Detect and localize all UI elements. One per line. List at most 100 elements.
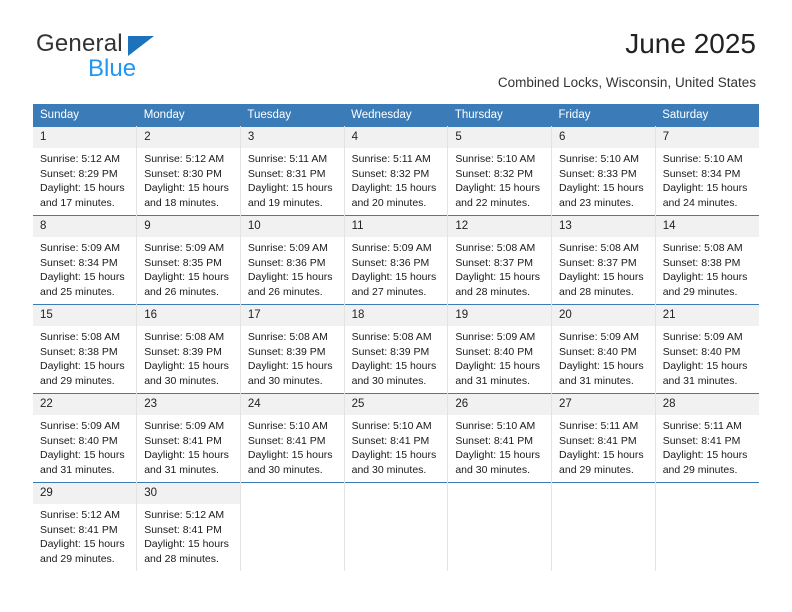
daylight-text-line1: Daylight: 15 hours (247, 449, 333, 462)
daylight-text-line1: Daylight: 15 hours (144, 538, 229, 551)
sunset-text: Sunset: 8:40 PM (559, 345, 637, 358)
sunset-text: Sunset: 8:37 PM (455, 256, 533, 269)
calendar-day-cell[interactable]: 14 Sunrise: 5:08 AM Sunset: 8:38 PM Dayligh… (655, 215, 759, 305)
calendar-day-cell-empty (551, 482, 656, 571)
calendar-day-cell[interactable]: 23 Sunrise: 5:09 AM Sunset: 8:41 PM Dayligh… (136, 393, 241, 483)
daylight-text-line2: and 27 minutes. (351, 285, 427, 298)
calendar-day-cell[interactable]: 13 Sunrise: 5:08 AM Sunset: 8:37 PM Dayligh… (551, 215, 656, 305)
weekday-header-tuesday: Tuesday (240, 104, 345, 127)
calendar-day-cell[interactable]: 24 Sunrise: 5:10 AM Sunset: 8:41 PM Dayligh… (240, 393, 345, 483)
calendar-day-cell[interactable]: 12 Sunrise: 5:08 AM Sunset: 8:37 PM Dayligh… (447, 215, 553, 305)
calendar-day-cell[interactable]: 15 Sunrise: 5:08 AM Sunset: 8:38 PM Dayligh… (33, 304, 138, 394)
calendar-day-cell[interactable]: 2 Sunrise: 5:12 AM Sunset: 8:30 PM Daylight… (136, 126, 241, 216)
day-number: 11 (344, 216, 448, 237)
calendar-day-cell[interactable]: 3 Sunrise: 5:11 AM Sunset: 8:31 PM Daylight… (240, 126, 345, 216)
day-number: 25 (344, 394, 448, 415)
calendar-week-row: 8 Sunrise: 5:09 AM Sunset: 8:34 PM Daylight… (33, 215, 759, 305)
calendar-day-cell[interactable]: 20 Sunrise: 5:09 AM Sunset: 8:40 PM Dayligh… (551, 304, 656, 394)
sunrise-text: Sunrise: 5:08 AM (351, 331, 432, 343)
calendar-body: 1 Sunrise: 5:12 AM Sunset: 8:29 PM Daylight… (33, 126, 759, 571)
calendar-day-cell[interactable]: 9 Sunrise: 5:09 AM Sunset: 8:35 PM Daylight… (136, 215, 241, 305)
daylight-text-line2: and 24 minutes. (662, 196, 738, 209)
calendar-day-cell[interactable]: 30 Sunrise: 5:12 AM Sunset: 8:41 PM Dayligh… (136, 482, 241, 571)
sunrise-text: Sunrise: 5:10 AM (455, 153, 536, 165)
day-sun-info: Sunrise: 5:10 AM Sunset: 8:32 PM Daylight:… (448, 148, 551, 210)
calendar-day-cell[interactable]: 25 Sunrise: 5:10 AM Sunset: 8:41 PM Dayligh… (344, 393, 449, 483)
calendar-day-cell[interactable]: 18 Sunrise: 5:08 AM Sunset: 8:39 PM Dayligh… (344, 304, 449, 394)
day-sun-info: Sunrise: 5:09 AM Sunset: 8:40 PM Daylight:… (552, 326, 655, 388)
calendar-day-cell[interactable]: 29 Sunrise: 5:12 AM Sunset: 8:41 PM Dayligh… (33, 482, 138, 571)
daylight-text-line2: and 20 minutes. (351, 196, 427, 209)
page-title: June 2025 (625, 28, 756, 59)
weekday-header-monday: Monday (136, 104, 241, 127)
calendar-day-cell[interactable]: 10 Sunrise: 5:09 AM Sunset: 8:36 PM Dayligh… (240, 215, 345, 305)
day-sun-info: Sunrise: 5:08 AM Sunset: 8:37 PM Daylight:… (552, 237, 655, 299)
calendar-day-cell[interactable]: 11 Sunrise: 5:09 AM Sunset: 8:36 PM Dayligh… (344, 215, 449, 305)
calendar-day-cell[interactable]: 19 Sunrise: 5:09 AM Sunset: 8:40 PM Dayligh… (447, 304, 553, 394)
calendar-day-cell[interactable]: 27 Sunrise: 5:11 AM Sunset: 8:41 PM Dayligh… (551, 393, 656, 483)
daylight-text-line1: Daylight: 15 hours (247, 360, 333, 373)
calendar-day-cell[interactable]: 8 Sunrise: 5:09 AM Sunset: 8:34 PM Daylight… (33, 215, 138, 305)
calendar-day-cell[interactable]: 22 Sunrise: 5:09 AM Sunset: 8:40 PM Dayligh… (33, 393, 138, 483)
daylight-text-line1: Daylight: 15 hours (247, 271, 333, 284)
daylight-text-line1: Daylight: 15 hours (40, 449, 125, 462)
sunset-text: Sunset: 8:39 PM (144, 345, 222, 358)
sunset-text: Sunset: 8:33 PM (559, 167, 637, 180)
calendar-day-cell[interactable]: 21 Sunrise: 5:09 AM Sunset: 8:40 PM Dayligh… (655, 304, 759, 394)
sunrise-text: Sunrise: 5:08 AM (455, 242, 536, 254)
daylight-text-line2: and 26 minutes. (144, 285, 219, 298)
daylight-text-line1: Daylight: 15 hours (144, 182, 229, 195)
day-number: 4 (344, 127, 448, 148)
sunset-text: Sunset: 8:37 PM (559, 256, 637, 269)
sunrise-text: Sunrise: 5:11 AM (662, 420, 742, 432)
daylight-text-line2: and 17 minutes. (40, 196, 115, 209)
calendar-day-cell-empty (344, 482, 449, 571)
day-number: 30 (137, 483, 240, 504)
sunrise-text: Sunrise: 5:11 AM (559, 420, 639, 432)
sunset-text: Sunset: 8:40 PM (662, 345, 741, 358)
sunset-text: Sunset: 8:31 PM (247, 167, 326, 180)
sunrise-text: Sunrise: 5:08 AM (144, 331, 225, 343)
calendar-day-cell[interactable]: 4 Sunrise: 5:11 AM Sunset: 8:32 PM Daylight… (344, 126, 449, 216)
daylight-text-line1: Daylight: 15 hours (559, 182, 644, 195)
day-number: 8 (33, 216, 137, 237)
calendar-day-cell[interactable]: 17 Sunrise: 5:08 AM Sunset: 8:39 PM Dayligh… (240, 304, 345, 394)
daylight-text-line1: Daylight: 15 hours (455, 182, 540, 195)
day-number: 19 (448, 305, 552, 326)
calendar-week-row: 22 Sunrise: 5:09 AM Sunset: 8:40 PM Dayligh… (33, 393, 759, 483)
sunrise-text: Sunrise: 5:10 AM (662, 153, 743, 165)
daylight-text-line1: Daylight: 15 hours (144, 449, 229, 462)
calendar-day-cell[interactable]: 5 Sunrise: 5:10 AM Sunset: 8:32 PM Daylight… (447, 126, 553, 216)
sunset-text: Sunset: 8:32 PM (351, 167, 430, 180)
daylight-text-line1: Daylight: 15 hours (559, 271, 644, 284)
calendar-day-cell-empty (240, 482, 345, 571)
day-sun-info: Sunrise: 5:12 AM Sunset: 8:41 PM Daylight:… (33, 504, 136, 566)
sunset-text: Sunset: 8:36 PM (351, 256, 430, 269)
page-subtitle-location: Combined Locks, Wisconsin, United States (497, 75, 756, 90)
daylight-text-line1: Daylight: 15 hours (40, 538, 125, 551)
daylight-text-line1: Daylight: 15 hours (351, 182, 437, 195)
sunrise-text: Sunrise: 5:09 AM (662, 331, 743, 343)
daylight-text-line1: Daylight: 15 hours (455, 360, 540, 373)
day-number: 13 (552, 216, 655, 237)
weekday-header-wednesday: Wednesday (344, 104, 448, 127)
day-number: 29 (33, 483, 137, 504)
day-sun-info: Sunrise: 5:09 AM Sunset: 8:34 PM Daylight:… (33, 237, 136, 299)
calendar-day-cell[interactable]: 7 Sunrise: 5:10 AM Sunset: 8:34 PM Daylight… (655, 126, 759, 216)
logo-triangle-icon (128, 36, 154, 56)
calendar-week-row: 1 Sunrise: 5:12 AM Sunset: 8:29 PM Daylight… (33, 126, 759, 216)
calendar-day-cell[interactable]: 1 Sunrise: 5:12 AM Sunset: 8:29 PM Daylight… (33, 126, 138, 216)
sunset-text: Sunset: 8:39 PM (247, 345, 326, 358)
day-sun-info: Sunrise: 5:09 AM Sunset: 8:40 PM Daylight:… (656, 326, 759, 388)
sunrise-text: Sunrise: 5:12 AM (40, 509, 120, 521)
daylight-text-line2: and 30 minutes. (144, 374, 219, 387)
calendar-day-cell[interactable]: 28 Sunrise: 5:11 AM Sunset: 8:41 PM Dayligh… (655, 393, 759, 483)
day-number: 15 (33, 305, 137, 326)
daylight-text-line2: and 31 minutes. (144, 463, 219, 476)
day-sun-info: Sunrise: 5:09 AM Sunset: 8:35 PM Daylight:… (137, 237, 240, 299)
calendar-day-cell[interactable]: 16 Sunrise: 5:08 AM Sunset: 8:39 PM Dayligh… (136, 304, 241, 394)
sunrise-text: Sunrise: 5:09 AM (144, 242, 225, 254)
day-number: 5 (448, 127, 552, 148)
calendar-day-cell[interactable]: 6 Sunrise: 5:10 AM Sunset: 8:33 PM Daylight… (551, 126, 656, 216)
calendar-day-cell[interactable]: 26 Sunrise: 5:10 AM Sunset: 8:41 PM Dayligh… (447, 393, 553, 483)
